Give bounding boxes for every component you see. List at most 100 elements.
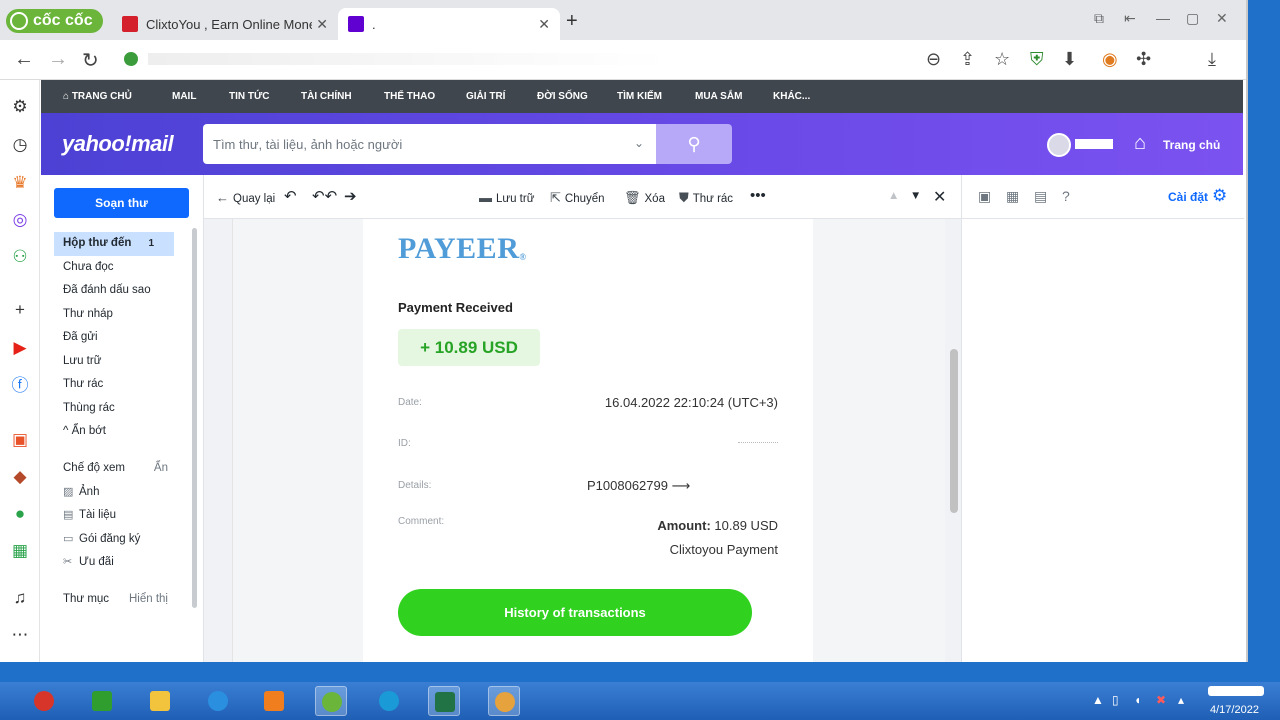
volume-icon[interactable]: ◖ — [1134, 693, 1141, 707]
reply-all-icon[interactable]: ↶↶ — [312, 187, 337, 205]
close-tab-icon[interactable]: ✕ — [316, 16, 328, 33]
coccoc-taskbar-button[interactable] — [315, 686, 347, 716]
avatar[interactable] — [1047, 133, 1071, 157]
move-button[interactable]: ⇱ Chuyển — [550, 190, 605, 206]
add-panel-icon[interactable]: + — [10, 300, 30, 320]
crown-icon[interactable]: ♛ — [10, 173, 30, 193]
tab-yahoo-mail[interactable]: . ✕ — [338, 8, 560, 40]
facebook-icon[interactable]: ⓕ — [10, 376, 30, 396]
more-actions-icon[interactable]: ••• — [750, 187, 766, 204]
power-button[interactable] — [28, 686, 60, 716]
tab-clixtoyou[interactable]: ClixtoYou , Earn Online Money ✕ — [112, 8, 338, 40]
folder-starred[interactable]: Đã đánh dấu sao — [54, 279, 174, 303]
zoom-icon[interactable]: ⊖ — [926, 49, 941, 70]
excel-button[interactable] — [428, 686, 460, 716]
next-message-icon[interactable]: ▼ — [910, 190, 921, 202]
new-tab-icon[interactable]: + — [566, 10, 578, 33]
nav-news[interactable]: TIN TỨC — [229, 91, 270, 102]
search-input[interactable] — [203, 124, 623, 164]
folder-drafts[interactable]: Thư nháp — [54, 303, 174, 327]
close-tab-icon[interactable]: ✕ — [538, 16, 550, 33]
share-icon[interactable]: ⇪ — [960, 49, 975, 70]
show-less-toggle[interactable]: ^ Ẩn bớt — [54, 420, 174, 444]
file-explorer-button[interactable] — [144, 686, 176, 716]
search-button[interactable]: ⚲ — [656, 124, 732, 164]
secure-lock-icon[interactable] — [124, 52, 138, 66]
folder-trash[interactable]: Thùng rác — [54, 397, 174, 421]
calendar-icon[interactable]: ▦ — [1006, 188, 1019, 205]
game-avatar-icon[interactable]: ◆ — [10, 467, 30, 487]
history-of-transactions-button[interactable]: History of transactions — [398, 589, 752, 636]
nav-home[interactable]: ⌂ TRANG CHỦ — [63, 91, 132, 102]
settings-gear-icon[interactable]: ⚙ — [10, 97, 30, 117]
coccoc-map-icon[interactable]: ● — [10, 504, 30, 524]
nav-finance[interactable]: TÀI CHÍNH — [301, 91, 352, 102]
nav-sports[interactable]: THỂ THAO — [384, 91, 435, 102]
spam-button[interactable]: ⛊ Thư rác — [679, 190, 733, 206]
help-icon[interactable]: ? — [1062, 188, 1070, 204]
maximize-icon[interactable]: ▢ — [1186, 10, 1199, 27]
chevron-down-icon[interactable]: ⌄ — [634, 136, 644, 150]
extensions-puzzle-icon[interactable]: ✣ — [1136, 49, 1151, 70]
reply-icon[interactable]: ↶ — [284, 187, 297, 205]
history-icon[interactable]: ◷ — [10, 135, 30, 155]
network-warning-icon[interactable]: ✖ — [1156, 693, 1166, 707]
minimize-icon[interactable]: — — [1156, 10, 1170, 26]
close-message-icon[interactable]: ✕ — [933, 187, 946, 207]
clock-time-redacted[interactable] — [1208, 686, 1264, 696]
network-signal-icon[interactable]: ▴ — [1178, 693, 1184, 707]
folder-spam[interactable]: Thư rác — [54, 373, 174, 397]
delete-button[interactable]: 🗑 Xóa — [624, 190, 665, 206]
view-documents[interactable]: ▤ Tài liệu — [54, 504, 174, 528]
views-hide-toggle[interactable]: Ẩn — [154, 457, 168, 481]
nav-lifestyle[interactable]: ĐỜI SỐNG — [537, 91, 588, 102]
nav-more[interactable]: KHÁC... — [773, 91, 810, 102]
back-button[interactable]: ← Quay lại — [216, 190, 275, 205]
spreadsheet-icon[interactable]: ▦ — [10, 541, 30, 561]
folder-inbox[interactable]: Hộp thư đến 1 — [54, 232, 174, 256]
shopee-icon[interactable]: ▣ — [10, 430, 30, 450]
notepad-icon[interactable]: ▤ — [1034, 188, 1047, 205]
tray-expand-icon[interactable]: ▲ — [1092, 693, 1104, 707]
nav-mail[interactable]: MAIL — [172, 91, 196, 102]
message-scrollbar[interactable] — [950, 349, 958, 513]
game-controller-icon[interactable]: ⚇ — [10, 247, 30, 267]
taskbar-date[interactable]: 4/17/2022 — [1210, 704, 1259, 716]
youtube-icon[interactable]: ▶ — [10, 338, 30, 358]
messenger-icon[interactable]: ◎ — [10, 210, 30, 230]
yahoo-mail-logo[interactable]: yahoo!mail — [62, 131, 174, 157]
back-arrow-icon[interactable]: ← — [14, 48, 34, 71]
extension-icon[interactable]: ◉ — [1102, 49, 1118, 70]
contacts-icon[interactable]: ▣ — [978, 188, 991, 205]
compose-button[interactable]: Soạn thư — [54, 188, 189, 218]
nav-entertainment[interactable]: GIẢI TRÍ — [466, 91, 505, 102]
coccoc-menu-button[interactable]: cốc cốc — [6, 9, 103, 33]
device-icon[interactable]: ▯ — [1112, 693, 1119, 707]
settings-link[interactable]: Cài đặt — [1168, 190, 1208, 204]
close-window-icon[interactable]: ✕ — [1216, 10, 1228, 27]
download-page-icon[interactable]: ⬇ — [1062, 49, 1077, 70]
forward-arrow-icon[interactable]: → — [48, 48, 68, 71]
archive-button[interactable]: ▬ Lưu trữ — [479, 190, 534, 205]
folder-archive[interactable]: Lưu trữ — [54, 350, 174, 374]
home-icon[interactable]: ⌂ — [1134, 132, 1146, 155]
home-link[interactable]: Trang chủ — [1163, 138, 1220, 152]
reload-icon[interactable]: ↻ — [82, 48, 99, 73]
folder-unread[interactable]: Chưa đọc — [54, 256, 174, 280]
media-player-button[interactable] — [258, 686, 290, 716]
sidebar-toggle-icon[interactable]: ⇤ — [1124, 10, 1136, 27]
tab-search-icon[interactable]: ⧉ — [1094, 10, 1104, 27]
address-bar[interactable] — [114, 45, 914, 75]
nav-shopping[interactable]: MUA SẮM — [695, 91, 742, 102]
notification-bell-icon[interactable]: ♫ — [10, 588, 30, 608]
view-deals[interactable]: ✂ Ưu đãi — [54, 551, 174, 575]
view-subscriptions[interactable]: ▭ Gói đăng ký — [54, 528, 174, 552]
exit-app-button[interactable] — [86, 686, 118, 716]
previous-message-icon[interactable]: ▲ — [888, 190, 899, 202]
folder-sent[interactable]: Đã gửi — [54, 326, 174, 350]
downloads-icon[interactable]: ⤓ — [1208, 49, 1216, 70]
adblock-shield-icon[interactable]: ⛨ — [1030, 49, 1044, 70]
settings-gear-icon[interactable]: ⚙ — [1212, 186, 1227, 206]
nav-search[interactable]: TÌM KIẾM — [617, 91, 662, 102]
view-photos[interactable]: ▨ Ảnh — [54, 481, 174, 505]
